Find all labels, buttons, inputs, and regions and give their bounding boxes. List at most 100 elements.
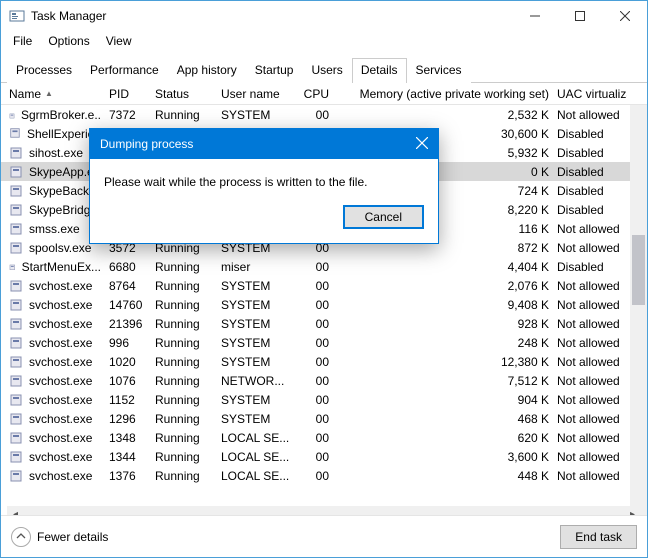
process-name: svchost.exe (29, 450, 92, 464)
process-user: SYSTEM (219, 279, 297, 293)
dialog-actions: Cancel (90, 197, 438, 243)
process-cpu: 00 (297, 431, 335, 445)
process-status: Running (153, 317, 219, 331)
process-icon (9, 355, 23, 369)
process-name: svchost.exe (29, 393, 92, 407)
table-row[interactable]: svchost.exe1296RunningSYSTEM00468 KNot a… (1, 409, 647, 428)
process-user: SYSTEM (219, 108, 297, 122)
process-name: spoolsv.exe (29, 241, 91, 255)
process-pid: 1344 (107, 450, 153, 464)
process-pid: 6680 (107, 260, 153, 274)
process-icon (9, 127, 21, 141)
process-user: SYSTEM (219, 298, 297, 312)
col-header-status[interactable]: Status (153, 87, 219, 101)
process-uac: Disabled (555, 146, 627, 160)
col-header-name[interactable]: Name▲ (7, 87, 107, 101)
tab-startup[interactable]: Startup (246, 58, 303, 83)
process-user: SYSTEM (219, 393, 297, 407)
process-memory: 12,380 K (335, 355, 555, 369)
process-name: svchost.exe (29, 298, 92, 312)
process-user: LOCAL SE... (219, 431, 297, 445)
tab-services[interactable]: Services (407, 58, 471, 83)
menu-options[interactable]: Options (40, 32, 97, 50)
dialog-titlebar[interactable]: Dumping process (90, 129, 438, 159)
process-icon (9, 203, 23, 217)
maximize-button[interactable] (557, 1, 602, 31)
process-uac: Disabled (555, 165, 627, 179)
process-uac: Not allowed (555, 469, 627, 483)
table-row[interactable]: svchost.exe1152RunningSYSTEM00904 KNot a… (1, 390, 647, 409)
process-cpu: 00 (297, 108, 335, 122)
sort-asc-icon: ▲ (45, 89, 53, 98)
table-row[interactable]: svchost.exe1020RunningSYSTEM0012,380 KNo… (1, 352, 647, 371)
process-cpu: 00 (297, 336, 335, 350)
process-cpu: 00 (297, 260, 335, 274)
menu-file[interactable]: File (5, 32, 40, 50)
process-cpu: 00 (297, 279, 335, 293)
process-uac: Disabled (555, 184, 627, 198)
tab-users[interactable]: Users (302, 58, 351, 83)
process-uac: Not allowed (555, 374, 627, 388)
col-header-memory[interactable]: Memory (active private working set) (335, 87, 555, 101)
process-status: Running (153, 450, 219, 464)
scroll-thumb[interactable] (632, 235, 645, 305)
tab-details[interactable]: Details (352, 58, 407, 83)
process-pid: 8764 (107, 279, 153, 293)
process-user: miser (219, 260, 297, 274)
process-uac: Not allowed (555, 279, 627, 293)
process-pid: 1296 (107, 412, 153, 426)
table-row[interactable]: StartMenuEx...6680Runningmiser004,404 KD… (1, 257, 647, 276)
table-row[interactable]: svchost.exe996RunningSYSTEM00248 KNot al… (1, 333, 647, 352)
process-icon (9, 108, 15, 122)
process-uac: Not allowed (555, 298, 627, 312)
dialog-close-button[interactable] (388, 137, 428, 152)
col-header-cpu[interactable]: CPU (297, 87, 335, 101)
process-pid: 21396 (107, 317, 153, 331)
process-icon (9, 393, 23, 407)
process-name: svchost.exe (29, 336, 92, 350)
process-status: Running (153, 298, 219, 312)
process-name: StartMenuEx... (22, 260, 101, 274)
minimize-button[interactable] (512, 1, 557, 31)
process-memory: 3,600 K (335, 450, 555, 464)
chevron-up-icon (11, 527, 31, 547)
table-row[interactable]: svchost.exe21396RunningSYSTEM00928 KNot … (1, 314, 647, 333)
tab-processes[interactable]: Processes (7, 58, 81, 83)
process-icon (9, 412, 23, 426)
table-row[interactable]: svchost.exe1076RunningNETWOR...007,512 K… (1, 371, 647, 390)
col-header-user[interactable]: User name (219, 87, 297, 101)
table-row[interactable]: svchost.exe1376RunningLOCAL SE...00448 K… (1, 466, 647, 485)
table-row[interactable]: svchost.exe1344RunningLOCAL SE...003,600… (1, 447, 647, 466)
close-button[interactable] (602, 1, 647, 31)
dialog-cancel-button[interactable]: Cancel (343, 205, 424, 229)
tab-app-history[interactable]: App history (168, 58, 246, 83)
process-icon (9, 374, 23, 388)
process-status: Running (153, 431, 219, 445)
process-uac: Not allowed (555, 241, 627, 255)
end-task-button[interactable]: End task (560, 525, 637, 549)
process-pid: 7372 (107, 108, 153, 122)
dialog-title: Dumping process (100, 137, 193, 151)
table-row[interactable]: svchost.exe14760RunningSYSTEM009,408 KNo… (1, 295, 647, 314)
process-pid: 1152 (107, 393, 153, 407)
table-row[interactable]: svchost.exe8764RunningSYSTEM002,076 KNot… (1, 276, 647, 295)
process-status: Running (153, 336, 219, 350)
table-row[interactable]: svchost.exe1348RunningLOCAL SE...00620 K… (1, 428, 647, 447)
process-status: Running (153, 355, 219, 369)
process-user: LOCAL SE... (219, 469, 297, 483)
title-bar: Task Manager (1, 1, 647, 31)
vertical-scrollbar[interactable] (630, 105, 647, 523)
table-row[interactable]: SgrmBroker.e..7372RunningSYSTEM002,532 K… (1, 105, 647, 124)
process-icon (9, 165, 23, 179)
process-pid: 1020 (107, 355, 153, 369)
process-icon (9, 450, 23, 464)
tab-performance[interactable]: Performance (81, 58, 168, 83)
menu-view[interactable]: View (98, 32, 140, 50)
col-header-pid[interactable]: PID (107, 87, 153, 101)
col-header-uac[interactable]: UAC virtualizat (555, 87, 627, 101)
fewer-details-button[interactable]: Fewer details (11, 527, 108, 547)
process-icon (9, 469, 23, 483)
process-name: sihost.exe (29, 146, 83, 160)
process-icon (9, 431, 23, 445)
process-uac: Not allowed (555, 450, 627, 464)
